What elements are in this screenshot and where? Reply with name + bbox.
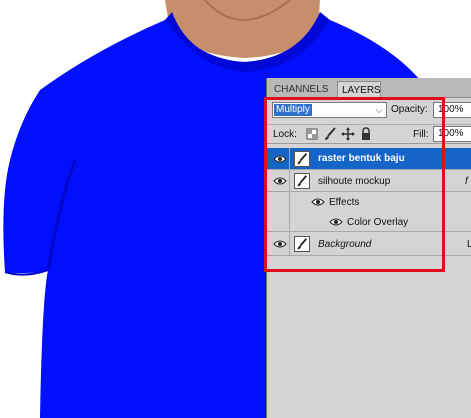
tab-channels[interactable]: CHANNELS <box>270 81 334 98</box>
panel-tab-bar: CHANNELS LAYERS <box>267 78 471 98</box>
layer-lock-indicator: L <box>467 239 471 250</box>
effects-fx-icon[interactable]: f <box>465 176 468 187</box>
tab-layers[interactable]: LAYERS <box>337 81 381 98</box>
red-highlight-box <box>264 97 445 272</box>
